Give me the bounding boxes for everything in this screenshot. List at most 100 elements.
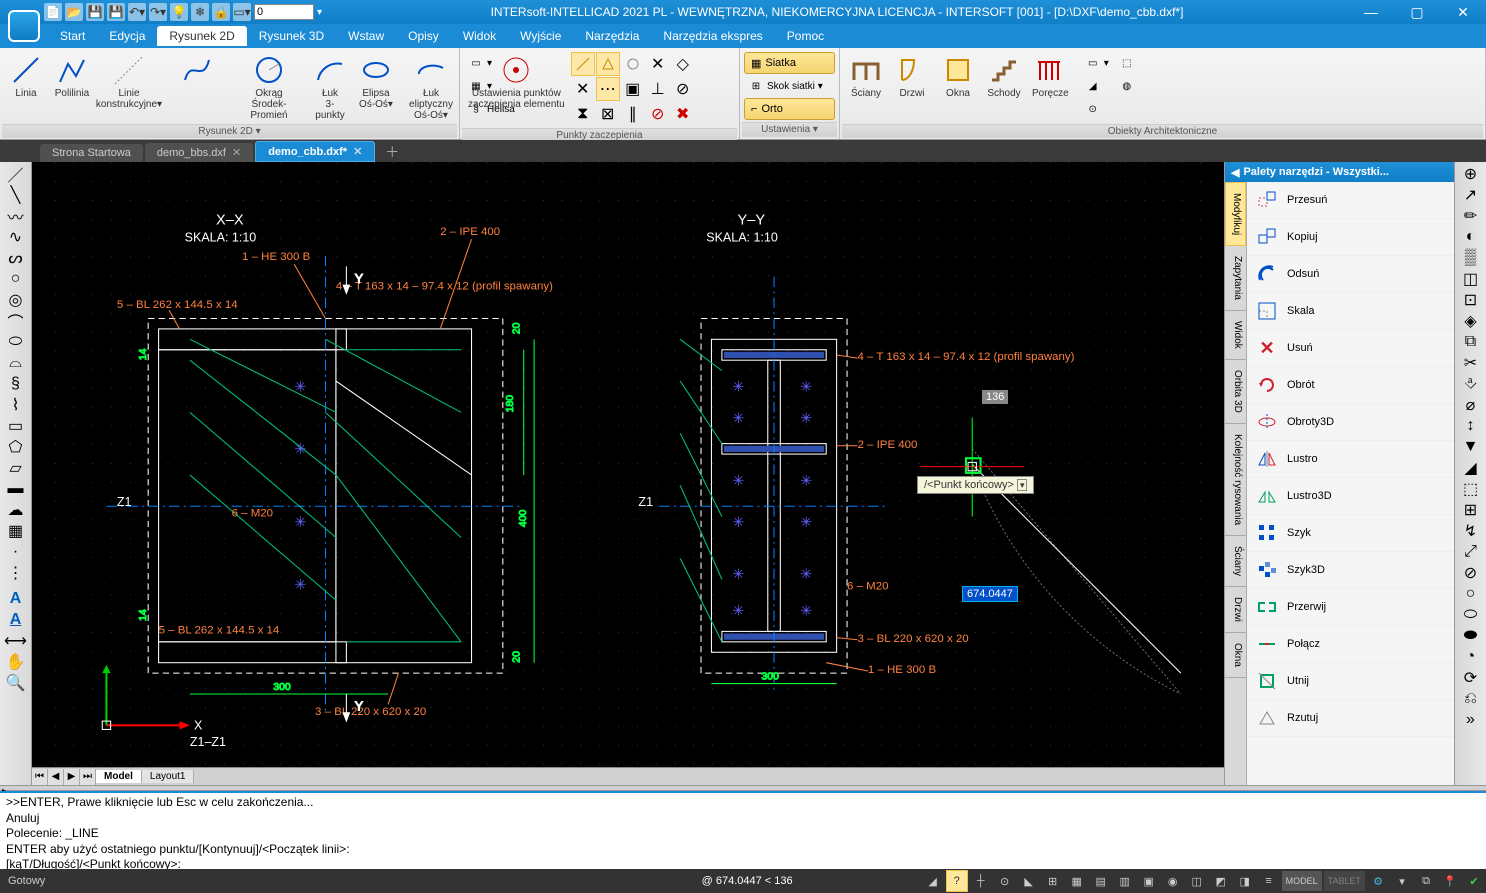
qat-saveall-icon[interactable]: 💾 [107,3,125,21]
ltool-dim-icon[interactable]: ⟷ [3,631,29,651]
app-icon[interactable] [8,10,40,42]
ribbon-sec4-button[interactable]: ⬚ [1115,52,1139,74]
rtool-25[interactable]: ⟳ [1458,668,1484,688]
rtool-14[interactable]: ▼ [1458,437,1484,457]
doc-tab-cbb[interactable]: demo_cbb.dxf*✕ [255,141,375,162]
ribbon-luk-elipt-button[interactable]: Łuk eliptyczny Oś-Oś▾ [400,52,462,122]
rtool-11[interactable]: ⎀ [1458,374,1484,394]
menu-narzedzia-ekspres[interactable]: Narzędzia ekspres [651,26,774,46]
tool-rzutuj[interactable]: Rzutuj [1247,700,1454,737]
vtab-modyfikuj[interactable]: Modyfikuj [1225,182,1246,246]
status-ortho-btn[interactable]: ┼ [970,870,992,892]
status-hw-btn[interactable]: ◨ [1234,870,1256,892]
ltool-region-icon[interactable]: ▱ [3,458,29,478]
ribbon-sciany-button[interactable]: Ściany [844,52,888,122]
status-lines-btn[interactable]: ≡ [1258,870,1280,892]
vtab-drzwi[interactable]: Drzwi [1225,587,1246,633]
rtool-23[interactable]: ⬬ [1458,626,1484,646]
vtab-okna[interactable]: Okna [1225,633,1246,678]
qat-search-input[interactable] [254,4,314,20]
ltool-hatch-icon[interactable]: ▦ [3,521,29,541]
command-window[interactable]: >>ENTER, Prawe kliknięcie lub Esc w celu… [0,791,1486,869]
snap-clear-button[interactable]: ✖ [671,102,695,126]
status-osnap-btn[interactable]: ◣ [1018,870,1040,892]
ltool-wipeout-icon[interactable]: ▬ [3,479,29,499]
ltool-coil-icon[interactable]: ⌇ [3,395,29,415]
menu-rysunek2d[interactable]: Rysunek 2D [157,26,246,46]
ribbon-okrag-button[interactable]: Okrąg Środek-Promień [232,52,306,122]
qat-save-icon[interactable]: 💾 [86,3,104,21]
tool-obrot[interactable]: Obrót [1247,367,1454,404]
tool-usun[interactable]: ✕Usuń [1247,330,1454,367]
rtool-7[interactable]: ⊡ [1458,290,1484,310]
status-ok-btn[interactable]: ✔ [1463,870,1485,892]
vtab-widok[interactable]: Widok [1225,311,1246,360]
add-tab-button[interactable]: ＋ [377,142,407,162]
snap-ins-button[interactable]: ▣ [621,77,645,101]
menu-narzedzia[interactable]: Narzędzia [573,26,651,46]
ribbon-skok-button[interactable]: ⊞Skok siatki▾ [744,75,835,97]
snap-none-button[interactable]: ⊘ [646,102,670,126]
ribbon-freehand-button[interactable] [164,52,230,122]
status-grid-btn[interactable]: ? [946,870,968,892]
ltool-spline-icon[interactable]: ∿ [3,227,29,247]
status-ann-btn[interactable]: ◉ [1162,870,1184,892]
close-icon[interactable]: ✕ [353,146,362,158]
qat-redo-icon[interactable]: ↷▾ [149,3,167,21]
ltool-pan-icon[interactable]: ✋ [3,652,29,672]
vtab-sciany[interactable]: Ściany [1225,536,1246,587]
dim-distance-input[interactable]: 674.0447 [962,586,1018,602]
snap-app-button[interactable]: ⊠ [596,102,620,126]
tool-lustro3d[interactable]: Lustro3D [1247,478,1454,515]
rtool-3[interactable]: ✏ [1458,206,1484,226]
doc-tab-bbs[interactable]: demo_bbs.dxf✕ [145,143,253,162]
status-snap-btn[interactable]: ◢ [922,870,944,892]
status-otrack-btn[interactable]: ⊞ [1042,870,1064,892]
tool-przesun[interactable]: Przesuń [1247,182,1454,219]
snap-ext-button[interactable]: ⋯ [596,77,620,101]
rtool-9[interactable]: ⧉ [1458,332,1484,352]
tool-obroty3d[interactable]: Obroty3D [1247,404,1454,441]
qat-bulb-icon[interactable]: 💡 [170,3,188,21]
ltool-arc-icon[interactable]: ⌒ [3,311,29,331]
ltool-ellipse-icon[interactable]: ⬭ [3,332,29,352]
ribbon-snap-settings-button[interactable]: Ustawienia punktów zaczepienia elementu [464,52,569,122]
menu-edycja[interactable]: Edycja [97,26,157,46]
rtool-5[interactable]: ▒ [1458,248,1484,268]
status-pin-btn[interactable]: 📍 [1439,870,1461,892]
ltool-mtext-icon[interactable]: A [3,610,29,630]
menu-opisy[interactable]: Opisy [396,26,451,46]
vtab-orbita[interactable]: Orbita 3D [1225,360,1246,424]
snap-quad-button[interactable]: ◇ [671,52,695,76]
status-menu-btn[interactable]: ▾ [1391,870,1413,892]
snap-cen-button[interactable] [621,52,645,76]
menu-pomoc[interactable]: Pomoc [775,26,836,46]
rtool-8[interactable]: ◈ [1458,311,1484,331]
qat-new-icon[interactable]: 📄 [44,3,62,21]
layout-prev-button[interactable]: ◀ [48,769,64,785]
tool-lustro[interactable]: Lustro [1247,441,1454,478]
qat-undo-icon[interactable]: ↶▾ [128,3,146,21]
snap-perp-button[interactable]: ⊥ [646,77,670,101]
snap-mid-button[interactable] [596,52,620,76]
status-iso-btn[interactable]: ◩ [1210,870,1232,892]
snap-node-button[interactable]: ✕ [646,52,670,76]
rtool-1[interactable]: ⊕ [1458,164,1484,184]
status-layer-btn[interactable]: ⧉ [1415,870,1437,892]
ltool-target-icon[interactable]: ◎ [3,290,29,310]
ribbon-linia-button[interactable]: Linia [4,52,48,122]
status-tablet-btn[interactable]: TABLET [1324,871,1365,891]
qat-freeze-icon[interactable]: ❄ [191,3,209,21]
rtool-17[interactable]: ⊞ [1458,500,1484,520]
menu-start[interactable]: Start [48,26,97,46]
ribbon-linie-konstr-button[interactable]: Linie konstrukcyjne▾ [96,52,162,122]
ribbon-panel-title-ustawienia[interactable]: Ustawienia ▾ [742,122,837,137]
rtool-26[interactable]: ⎌ [1458,689,1484,709]
window-maximize-button[interactable]: ▢ [1394,0,1440,24]
layout-first-button[interactable]: ⏮ [32,769,48,785]
qat-lock-icon[interactable]: 🔒 [212,3,230,21]
rtool-21[interactable]: ○ [1458,584,1484,604]
ribbon-siatka-button[interactable]: ▦Siatka [744,52,835,74]
window-close-button[interactable]: ✕ [1440,0,1486,24]
ltool-circle-icon[interactable]: ○ [3,269,29,289]
